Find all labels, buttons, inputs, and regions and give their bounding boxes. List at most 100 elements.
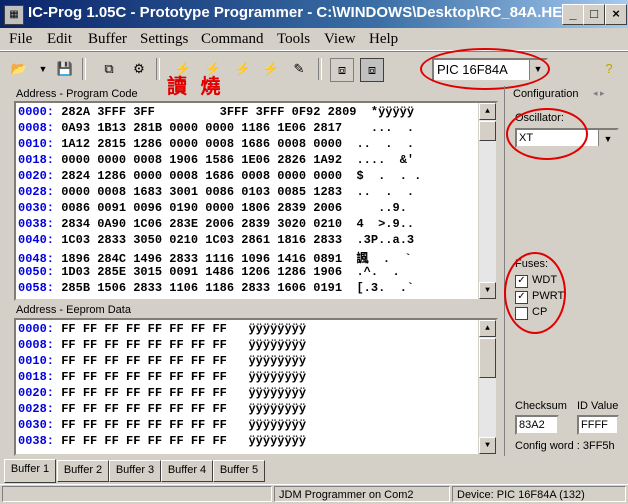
eeprom-row[interactable]: 0030: FF FF FF FF FF FF FF FF ÿÿÿÿÿÿÿÿ xyxy=(18,418,306,434)
tab-buffer-2[interactable]: Buffer 2 xyxy=(57,460,109,482)
eeprom-row[interactable]: 0028: FF FF FF FF FF FF FF FF ÿÿÿÿÿÿÿÿ xyxy=(18,402,306,418)
help-icon[interactable]: ? xyxy=(598,58,620,80)
view-hex-icon[interactable]: ⧈ xyxy=(360,58,384,82)
tab-buffer-1[interactable]: Buffer 1 xyxy=(4,459,56,483)
minimize-button[interactable]: _ xyxy=(562,4,584,25)
maximize-button[interactable]: □ xyxy=(583,4,605,25)
tab-buffer-3[interactable]: Buffer 3 xyxy=(109,460,161,482)
row-hex-data[interactable]: 1D03 285E 3015 0091 1486 1206 1286 1906 xyxy=(61,265,342,279)
tab-buffer-5[interactable]: Buffer 5 xyxy=(213,460,265,482)
app-icon[interactable]: ▦ xyxy=(4,5,24,25)
row-hex-data[interactable]: 2824 1286 0000 0008 1686 0008 0000 0000 xyxy=(61,169,342,183)
row-hex-data[interactable]: FF FF FF FF FF FF FF FF xyxy=(61,434,227,448)
verify-chip-icon[interactable]: ⚡ xyxy=(260,58,282,80)
row-hex-data[interactable]: FF FF FF FF FF FF FF FF xyxy=(61,354,227,368)
scroll-thumb[interactable] xyxy=(479,338,496,378)
scroll-up-icon[interactable]: ▲ xyxy=(479,320,496,337)
eeprom-row[interactable]: 0020: FF FF FF FF FF FF FF FF ÿÿÿÿÿÿÿÿ xyxy=(18,386,306,402)
title-bar[interactable]: ▦ IC-Prog 1.05C - Prototype Programmer -… xyxy=(0,0,628,28)
program-code-row[interactable]: 0000: 282A 3FFF 3FF 3FFF 3FFF 0F92 2809 … xyxy=(18,105,414,121)
row-address: 0008: xyxy=(18,338,55,352)
menu-tools[interactable]: Tools xyxy=(277,31,310,48)
row-ascii: 諷 . ` xyxy=(356,252,412,266)
program-code-row[interactable]: 0048: 1896 284C 1496 2833 1116 1096 1416… xyxy=(18,249,412,266)
row-hex-data[interactable]: FF FF FF FF FF FF FF FF xyxy=(61,338,227,352)
toolbar-separator xyxy=(156,58,160,80)
menu-buffer[interactable]: Buffer xyxy=(88,31,127,48)
eeprom-row[interactable]: 0010: FF FF FF FF FF FF FF FF ÿÿÿÿÿÿÿÿ xyxy=(18,354,306,370)
properties-icon[interactable]: ⚙ xyxy=(128,58,150,80)
row-address: 0020: xyxy=(18,386,55,400)
close-button[interactable]: × xyxy=(605,4,627,25)
scroll-thumb[interactable] xyxy=(479,121,496,141)
program-code-row[interactable]: 0038: 2834 0A90 1C06 283E 2006 2839 3020… xyxy=(18,217,414,233)
chip-read-icon[interactable]: ⧉ xyxy=(98,58,120,80)
menu-view[interactable]: View xyxy=(324,31,356,48)
eeprom-title: Address - Eeprom Data xyxy=(16,304,131,316)
row-hex-data[interactable]: 1A12 2815 1286 0000 0008 1686 0008 0000 xyxy=(61,137,342,151)
row-hex-data[interactable]: 282A 3FFF 3FF 3FFF 3FFF 0F92 2809 xyxy=(61,105,356,119)
scroll-down-icon[interactable]: ▼ xyxy=(479,282,496,299)
row-hex-data[interactable]: FF FF FF FF FF FF FF FF xyxy=(61,322,227,336)
row-address: 0048: xyxy=(18,252,55,266)
row-hex-data[interactable]: 0000 0000 0008 1906 1586 1E06 2826 1A92 xyxy=(61,153,342,167)
row-ascii: [.3. .` xyxy=(356,281,415,295)
row-hex-data[interactable]: 285B 1506 2833 1106 1186 2833 1606 0191 xyxy=(61,281,342,295)
program-code-row[interactable]: 0008: 0A93 1B13 281B 0000 0000 1186 1E06… xyxy=(18,121,414,137)
program-code-row[interactable]: 0050: 1D03 285E 3015 0091 1486 1206 1286… xyxy=(18,265,407,281)
row-address: 0030: xyxy=(18,418,55,432)
row-hex-data[interactable]: FF FF FF FF FF FF FF FF xyxy=(61,386,227,400)
row-ascii: ÿÿÿÿÿÿÿÿ xyxy=(248,434,307,448)
status-programmer: JDM Programmer on Com2 xyxy=(274,486,450,502)
tab-buffer-4[interactable]: Buffer 4 xyxy=(161,460,213,482)
program-code-row[interactable]: 0030: 0086 0091 0096 0190 0000 1806 2839… xyxy=(18,201,407,217)
row-hex-data[interactable]: 0000 0008 1683 3001 0086 0103 0085 1283 xyxy=(61,185,342,199)
scroll-up-icon[interactable]: ▲ xyxy=(479,103,496,120)
eeprom-row[interactable]: 0038: FF FF FF FF FF FF FF FF ÿÿÿÿÿÿÿÿ xyxy=(18,434,306,450)
chevron-down-icon[interactable]: ▼ xyxy=(598,130,617,146)
menu-help[interactable]: Help xyxy=(369,31,398,48)
row-hex-data[interactable]: 1C03 2833 3050 0210 1C03 2861 1816 2833 xyxy=(61,233,342,247)
view-assembler-icon[interactable]: ⧈ xyxy=(330,58,354,82)
program-code-grid[interactable]: 0000: 282A 3FFF 3FF 3FFF 3FFF 0F92 2809 … xyxy=(14,101,498,301)
row-hex-data[interactable]: FF FF FF FF FF FF FF FF xyxy=(61,418,227,432)
annotation-oval-oscillator xyxy=(506,108,588,160)
program-code-row[interactable]: 0018: 0000 0000 0008 1906 1586 1E06 2826… xyxy=(18,153,414,169)
program-code-row[interactable]: 0020: 2824 1286 0000 0008 1686 0008 0000… xyxy=(18,169,421,185)
menu-edit[interactable]: Edit xyxy=(47,31,72,48)
row-hex-data[interactable]: FF FF FF FF FF FF FF FF xyxy=(61,402,227,416)
panel-arrows-icon[interactable]: ◂ ▸ xyxy=(593,88,605,99)
id-value-field[interactable]: FFFF xyxy=(577,415,619,435)
row-address: 0040: xyxy=(18,233,55,247)
program-code-row[interactable]: 0058: 285B 1506 2833 1106 1186 2833 1606… xyxy=(18,281,414,297)
eeprom-grid[interactable]: 0000: FF FF FF FF FF FF FF FF ÿÿÿÿÿÿÿÿ 00… xyxy=(14,318,498,456)
row-address: 0018: xyxy=(18,153,55,167)
save-icon[interactable]: 💾 xyxy=(54,58,76,80)
program-code-scrollbar[interactable]: ▲ ▼ xyxy=(478,103,496,299)
eeprom-row[interactable]: 0018: FF FF FF FF FF FF FF FF ÿÿÿÿÿÿÿÿ xyxy=(18,370,306,386)
eeprom-row[interactable]: 0008: FF FF FF FF FF FF FF FF ÿÿÿÿÿÿÿÿ xyxy=(18,338,306,354)
program-code-row[interactable]: 0028: 0000 0008 1683 3001 0086 0103 0085… xyxy=(18,185,414,201)
checksum-field[interactable]: 83A2 xyxy=(515,415,559,435)
scroll-down-icon[interactable]: ▼ xyxy=(479,437,496,454)
menu-file[interactable]: File xyxy=(9,31,32,48)
erase-chip-icon[interactable]: ⚡ xyxy=(232,58,254,80)
menu-settings[interactable]: Settings xyxy=(140,31,188,48)
row-hex-data[interactable]: 2834 0A90 1C06 283E 2006 2839 3020 0210 xyxy=(61,217,342,231)
dropdown-arrow-icon[interactable]: ▼ xyxy=(32,58,54,80)
menu-command[interactable]: Command xyxy=(201,31,264,48)
row-hex-data[interactable]: 1896 284C 1496 2833 1116 1096 1416 0891 xyxy=(61,252,342,266)
blank-check-icon[interactable]: ✎ xyxy=(288,58,310,80)
program-code-row[interactable]: 0010: 1A12 2815 1286 0000 0008 1686 0008… xyxy=(18,137,414,153)
row-hex-data[interactable]: 0A93 1B13 281B 0000 0000 1186 1E06 2817 xyxy=(61,121,342,135)
row-hex-data[interactable]: FF FF FF FF FF FF FF FF xyxy=(61,370,227,384)
annotation-oval-device xyxy=(420,48,550,90)
configuration-title: Configuration xyxy=(513,88,579,100)
program-code-row[interactable]: 0040: 1C03 2833 3050 0210 1C03 2861 1816… xyxy=(18,233,414,249)
row-hex-data[interactable]: 0086 0091 0096 0190 0000 1806 2839 2006 xyxy=(61,201,342,215)
row-ascii: ..9. xyxy=(356,201,407,215)
eeprom-row[interactable]: 0000: FF FF FF FF FF FF FF FF ÿÿÿÿÿÿÿÿ xyxy=(18,322,306,338)
eeprom-scrollbar[interactable]: ▲ ▼ xyxy=(478,320,496,454)
open-file-icon[interactable]: 📂 xyxy=(8,58,30,80)
chinese-annotation-text: 讀 燒 xyxy=(167,76,225,98)
